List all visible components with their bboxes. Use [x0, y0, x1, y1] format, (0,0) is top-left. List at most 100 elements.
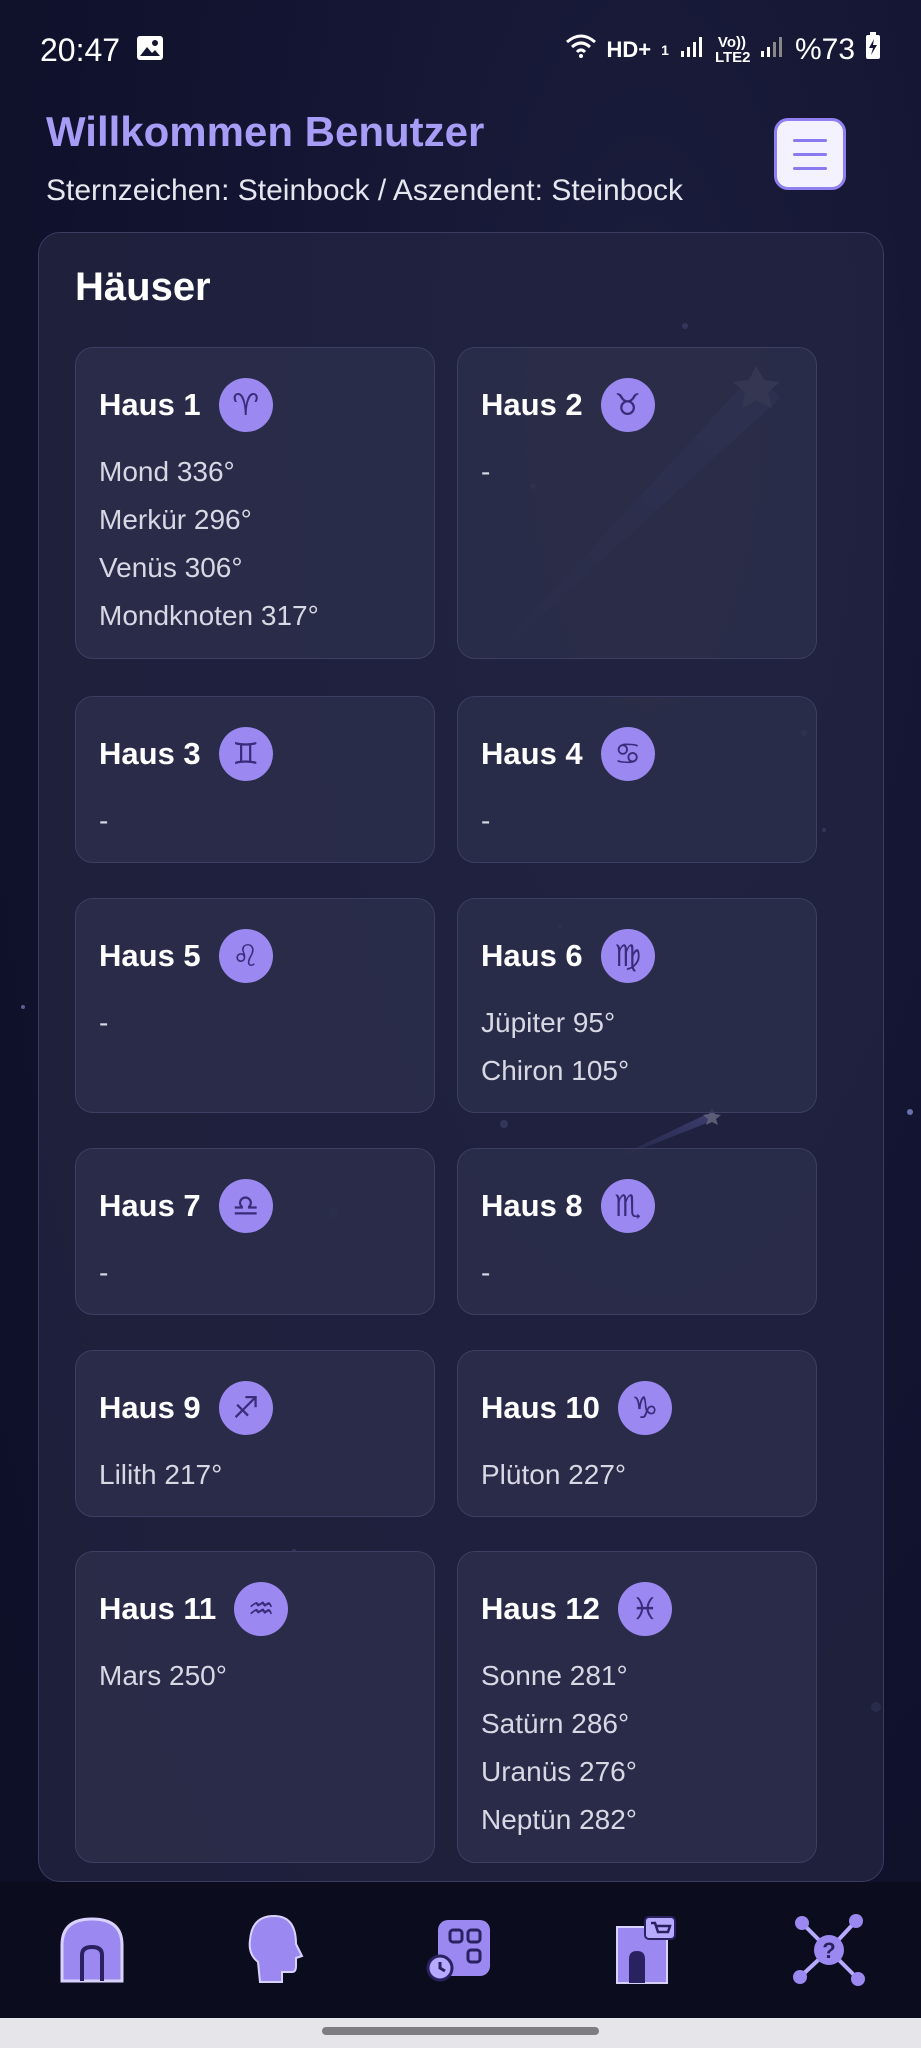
nav-home-button[interactable]	[52, 1910, 132, 1990]
planet-list: Mars 250°	[99, 1652, 227, 1700]
planet-entry: Mars 250°	[99, 1660, 227, 1691]
planet-entry: Venüs 306°	[99, 552, 243, 583]
planet-list: Sonne 281° Satürn 286° Uranüs 276° Neptün 2…	[481, 1652, 637, 1844]
planet-entry: Uranüs 276°	[481, 1756, 637, 1787]
house-card-header: Haus 4 ♋	[481, 727, 655, 781]
menu-line	[793, 152, 827, 156]
house-card-11[interactable]: Haus 11 ♒ Mars 250°	[75, 1551, 435, 1863]
bottom-navigation: ?	[0, 1882, 921, 2018]
house-title: Haus 12	[481, 1591, 600, 1626]
aries-icon: ♈	[218, 378, 273, 432]
house-card-10[interactable]: Haus 10 ♑ Plüton 227°	[457, 1350, 817, 1517]
battery-charging-icon	[865, 32, 881, 68]
house-card-header: Haus 10 ♑	[481, 1381, 672, 1435]
planet-list: -	[481, 797, 490, 845]
wifi-icon	[565, 33, 597, 67]
scorpio-icon: ♏	[600, 1179, 655, 1233]
houses-title: Häuser	[75, 265, 211, 309]
house-title: Haus 11	[99, 1591, 217, 1626]
status-bar: 20:47 HD+ 1 Vo)) LTE2 %73	[0, 0, 921, 100]
nav-mind-button[interactable]	[236, 1910, 316, 1990]
welcome-title: Willkommen Benutzer	[46, 108, 485, 155]
planet-entry: Chiron 105°	[481, 1055, 630, 1086]
house-card-12[interactable]: Haus 12 ♓ Sonne 281° Satürn 286° Uranüs 276°…	[457, 1551, 817, 1863]
sim-indicator: 1	[661, 42, 669, 58]
menu-line	[793, 166, 827, 170]
gemini-icon: ♊	[218, 727, 273, 781]
house-title: Haus 10	[481, 1390, 600, 1425]
planet-entry: Jüpiter 95°	[481, 1007, 616, 1038]
network-help-icon: ?	[792, 1914, 865, 1986]
house-card-4[interactable]: Haus 4 ♋ -	[457, 696, 817, 863]
planet-list: -	[481, 448, 490, 496]
planet-entry: -	[481, 456, 491, 487]
planet-entry: Mond 336°	[99, 456, 235, 487]
head-profile-icon	[248, 1914, 304, 1983]
house-card-header: Haus 2 ♉	[481, 378, 655, 432]
planet-entry: Lilith 217°	[99, 1459, 223, 1490]
planet-entry: Neptün 282°	[481, 1804, 637, 1835]
planet-list: -	[99, 797, 108, 845]
house-card-8[interactable]: Haus 8 ♏ -	[457, 1148, 817, 1315]
header: Willkommen Benutzer Sternzeichen: Steinb…	[46, 108, 866, 208]
house-card-6[interactable]: Haus 6 ♍ Jüpiter 95° Chiron 105°	[457, 898, 817, 1113]
house-card-3[interactable]: Haus 3 ♊ -	[75, 696, 435, 863]
houses-panel: Häuser Haus 1 ♈ Mond 336° Merkür 296° Venüs …	[38, 232, 884, 1882]
house-card-1[interactable]: Haus 1 ♈ Mond 336° Merkür 296° Venüs 306° Mon…	[75, 347, 435, 659]
sagittarius-icon: ♐	[218, 1381, 273, 1435]
planet-entry: Merkür 296°	[99, 504, 252, 535]
planet-list: -	[481, 1249, 490, 1297]
battery-level: %73	[794, 33, 855, 66]
planet-list: Plüton 227°	[481, 1451, 626, 1499]
virgo-icon: ♍	[600, 929, 655, 983]
house-card-9[interactable]: Haus 9 ♐ Lilith 217°	[75, 1350, 435, 1517]
planet-list: -	[99, 1249, 108, 1297]
leo-icon: ♌	[218, 929, 273, 983]
house-title: Haus 2	[481, 387, 583, 422]
house-title: Haus 1	[99, 387, 201, 422]
house-card-header: Haus 1 ♈	[99, 378, 273, 432]
house-card-5[interactable]: Haus 5 ♌ -	[75, 898, 435, 1113]
system-gesture-bar	[0, 2018, 921, 2048]
nav-shop-button[interactable]	[605, 1910, 685, 1990]
signal-2-icon	[759, 33, 785, 67]
pisces-icon: ♓	[617, 1582, 672, 1636]
taurus-icon: ♉	[600, 378, 655, 432]
house-card-header: Haus 7 ♎	[99, 1179, 273, 1233]
planet-list: -	[99, 999, 108, 1047]
planet-entry: Sonne 281°	[481, 1660, 628, 1691]
planet-entry: -	[99, 1007, 109, 1038]
house-card-7[interactable]: Haus 7 ♎ -	[75, 1148, 435, 1315]
house-title: Haus 4	[481, 736, 583, 771]
house-card-2[interactable]: Haus 2 ♉ -	[457, 347, 817, 659]
house-card-header: Haus 11 ♒	[99, 1582, 289, 1636]
aquarius-icon: ♒	[234, 1582, 289, 1636]
house-card-header: Haus 12 ♓	[481, 1582, 672, 1636]
libra-icon: ♎	[218, 1179, 273, 1233]
planet-entry: Satürn 286°	[481, 1708, 630, 1739]
house-title: Haus 7	[99, 1188, 201, 1223]
house-card-header: Haus 8 ♏	[481, 1179, 655, 1233]
hamburger-menu-button[interactable]	[774, 118, 846, 190]
planet-entry: -	[99, 805, 109, 836]
nav-help-button[interactable]: ?	[789, 1910, 869, 1990]
house-card-header: Haus 3 ♊	[99, 727, 273, 781]
apps-grid-icon	[426, 1920, 491, 1982]
menu-line	[793, 138, 827, 142]
svg-text:?: ?	[822, 1938, 835, 1963]
home-icon	[60, 1917, 124, 1983]
house-title: Haus 3	[99, 736, 201, 771]
zodiac-subline: Sternzeichen: Steinbock / Aszendent: Ste…	[46, 174, 684, 207]
planet-entry: Mondknoten 317°	[99, 600, 319, 631]
volte-indicator: Vo)) LTE2	[714, 34, 751, 66]
status-time: 20:47	[40, 31, 121, 68]
signal-icon	[679, 33, 705, 67]
home-gesture-pill[interactable]	[322, 2027, 599, 2035]
planet-entry: -	[99, 1257, 109, 1288]
planet-list: Mond 336° Merkür 296° Venüs 306° Mondknoten…	[99, 448, 319, 640]
nav-apps-button[interactable]	[420, 1910, 500, 1990]
house-title: Haus 6	[481, 938, 583, 973]
house-card-header: Haus 6 ♍	[481, 929, 655, 983]
house-title: Haus 8	[481, 1188, 583, 1223]
planet-entry: -	[481, 1257, 491, 1288]
